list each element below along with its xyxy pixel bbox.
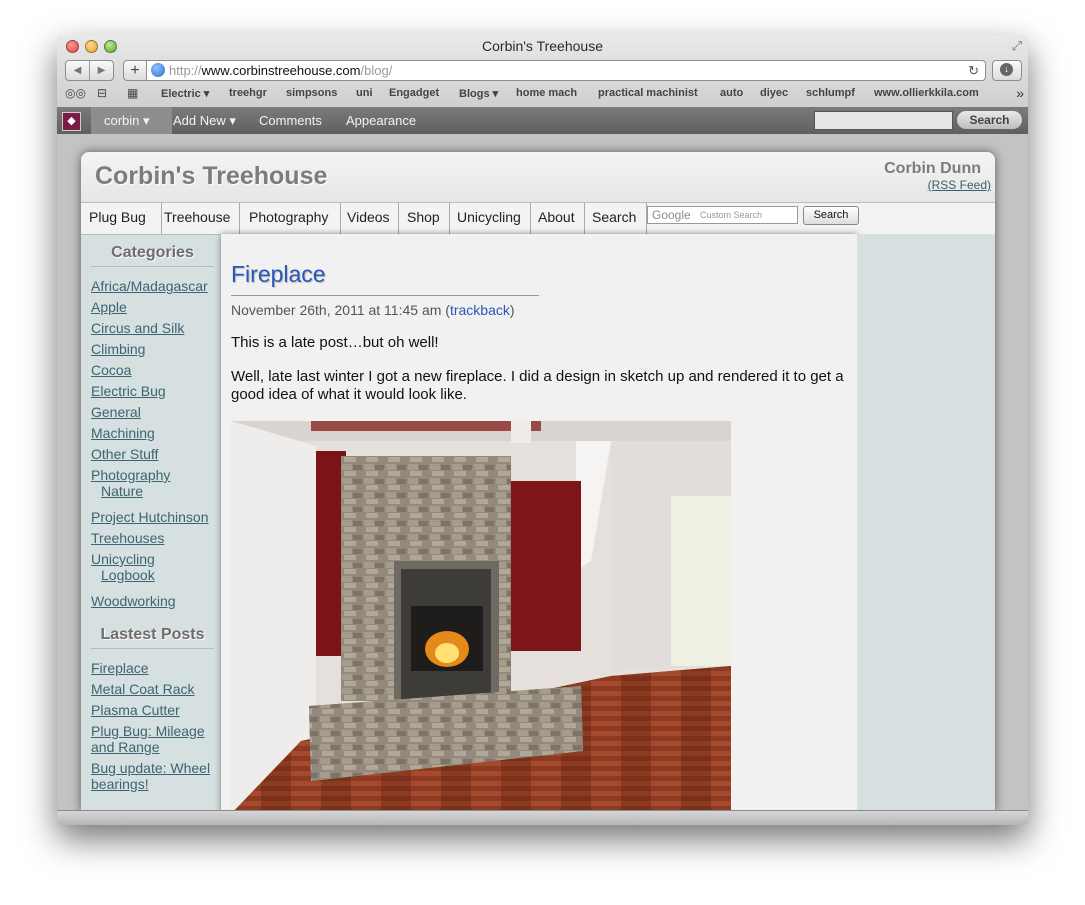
right-column [857,234,995,810]
subcategory-link[interactable]: Logbook [101,567,216,583]
web-content: Corbin's Treehouse Corbin Dunn (RSS Feed… [57,134,1028,810]
latest-post-link[interactable]: and Range [91,739,216,755]
bookmark-treehgr[interactable]: treehgr [229,87,267,99]
reload-icon[interactable]: ↻ [968,61,979,80]
admin-search-button[interactable]: Search [957,111,1022,129]
bookmark-electric[interactable]: Electric ▾ [161,87,209,100]
address-bar[interactable]: http://www.corbinstreehouse.com/blog/ ↻ [146,60,986,81]
nav-search[interactable]: Search [584,203,647,234]
bookmark-schlumpf[interactable]: schlumpf [806,87,855,99]
latest-post-link[interactable]: Plug Bug: Mileage [91,723,216,739]
browser-window: Corbin's Treehouse ⤢ ◀ ▶ + http://www.co… [57,35,1028,825]
back-forward-buttons: ◀ ▶ [65,60,114,81]
sidebar: Categories Africa/Madagascar Apple Circu… [81,234,217,810]
title-divider [231,295,539,296]
bookmarks-overflow-icon[interactable]: » [1016,85,1024,101]
forward-button[interactable]: ▶ [90,61,113,80]
category-link[interactable]: Circus and Silk [91,320,216,336]
latest-post-link[interactable]: Bug update: Wheel [91,760,216,776]
bookmark-simpsons[interactable]: simpsons [286,87,337,99]
site-header: Corbin's Treehouse Corbin Dunn (RSS Feed… [81,152,995,202]
category-link[interactable]: Photography [91,467,216,483]
back-button[interactable]: ◀ [66,61,90,80]
bookmark-ollierkkila[interactable]: www.ollierkkila.com [874,87,979,99]
category-link[interactable]: Other Stuff [91,446,216,462]
downloads-button[interactable]: ↓ [992,60,1022,81]
latest-post-link[interactable]: Plasma Cutter [91,702,216,718]
site-title[interactable]: Corbin's Treehouse [95,162,327,191]
google-logo: Google [652,208,691,222]
wp-admin-bar: ◆ corbin ▾ Add New ▾ Comments Appearance… [57,107,1028,134]
fullscreen-icon[interactable]: ⤢ [1012,38,1022,54]
bookmark-home-mach[interactable]: home mach [516,87,577,99]
window-title: Corbin's Treehouse [482,38,603,54]
bookmark-auto[interactable]: auto [720,87,743,99]
category-link[interactable]: General [91,404,216,420]
bookmark-blogs[interactable]: Blogs ▾ [459,87,498,100]
bookmarks-bar: ◎◎ ⊟ ▦ Electric ▾ treehgr simpsons uni E… [57,84,1028,104]
admin-appearance[interactable]: Appearance [346,107,416,134]
post-area: Fireplace November 26th, 2011 at 11:45 a… [221,234,857,810]
post-paragraph: This is a late post…but oh well! [231,334,439,351]
admin-comments[interactable]: Comments [259,107,322,134]
trackback-link[interactable]: trackback [450,302,510,318]
nav-plug-bug[interactable]: Plug Bug [81,203,162,234]
admin-search-input[interactable] [814,111,953,130]
google-search-input[interactable]: Google Custom Search [647,206,798,224]
category-link[interactable]: Electric Bug [91,383,216,399]
author-name: Corbin Dunn [884,160,981,177]
main-nav: Plug Bug Treehouse Photography Videos Sh… [81,202,995,235]
category-link[interactable]: Treehouses [91,530,216,546]
subcategory-link[interactable]: Nature [101,483,216,499]
nav-unicycling[interactable]: Unicycling [449,203,531,234]
nav-photography[interactable]: Photography [239,203,341,234]
post-title[interactable]: Fireplace [231,261,326,288]
admin-user-menu[interactable]: corbin ▾ [91,107,172,134]
nav-about[interactable]: About [530,203,585,234]
download-icon: ↓ [1000,63,1013,76]
top-sites-grid-icon[interactable]: ▦ [127,86,138,100]
add-bookmark-button[interactable]: + [123,60,147,81]
search-placeholder: Custom Search [700,210,763,220]
latest-post-link[interactable]: bearings! [91,776,216,792]
globe-icon [151,63,165,77]
nav-shop[interactable]: Shop [398,203,450,234]
nav-treehouse[interactable]: Treehouse [161,203,240,234]
title-bar: Corbin's Treehouse ⤢ ◀ ▶ + http://www.co… [57,35,1028,108]
category-link[interactable]: Apple [91,299,216,315]
category-link[interactable]: Unicycling [91,551,216,567]
bookmark-diyec[interactable]: diyec [760,87,788,99]
category-link[interactable]: Woodworking [91,593,216,609]
category-link[interactable]: Climbing [91,341,216,357]
reading-list-icon[interactable]: ◎◎ [65,86,86,100]
latest-posts-heading: Lastest Posts [91,626,214,649]
bookmarks-book-icon[interactable]: ⊟ [97,86,107,100]
blog-page: Corbin's Treehouse Corbin Dunn (RSS Feed… [81,152,995,810]
google-search-button[interactable]: Search [803,206,859,225]
latest-post-link[interactable]: Metal Coat Rack [91,681,216,697]
fireplace-render-image[interactable] [231,421,731,810]
category-link[interactable]: Project Hutchinson [91,509,216,525]
bookmark-engadget[interactable]: Engadget [389,87,439,99]
status-bar [57,810,1028,825]
category-link[interactable]: Machining [91,425,216,441]
rss-feed-link[interactable]: (RSS Feed) [928,178,991,192]
categories-heading: Categories [91,244,214,267]
post-paragraph: Well, late last winter I got a new firep… [231,368,844,403]
admin-add-new[interactable]: Add New ▾ [173,107,236,134]
category-link[interactable]: Cocoa [91,362,216,378]
post-meta: November 26th, 2011 at 11:45 am (trackba… [231,302,515,318]
category-link[interactable]: Africa/Madagascar [91,278,216,294]
bookmark-practical-machinist[interactable]: practical machinist [598,87,698,99]
wp-logo-icon[interactable]: ◆ [62,112,81,131]
url-text[interactable]: http://www.corbinstreehouse.com/blog/ [169,61,392,80]
nav-videos[interactable]: Videos [340,203,399,234]
bookmark-uni[interactable]: uni [356,87,373,99]
latest-post-link[interactable]: Fireplace [91,660,216,676]
